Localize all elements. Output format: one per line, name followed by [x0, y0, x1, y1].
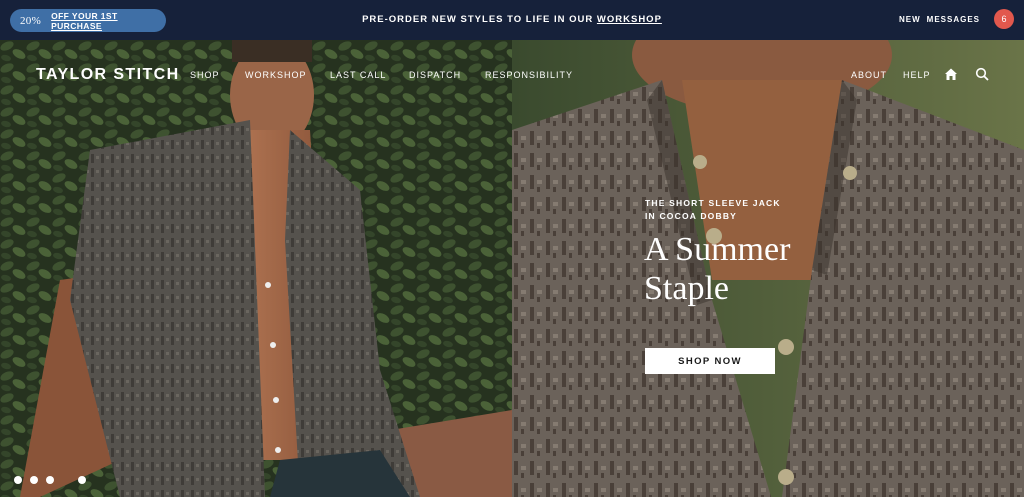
announcement-bar: 20% OFF YOUR 1ST PURCHASE PRE-ORDER NEW …	[0, 0, 1024, 40]
hero-banner	[0, 40, 1024, 497]
nav-about[interactable]: ABOUT	[851, 70, 887, 80]
main-navigation: TAYLOR STITCH SHOP WORKSHOP LAST CALL DI…	[0, 40, 1024, 108]
hero-headline: A Summer Staple	[644, 230, 844, 308]
hero-headline-line-2: Staple	[644, 270, 729, 307]
carousel-dot-2[interactable]	[30, 476, 38, 484]
home-icon[interactable]	[944, 67, 958, 81]
nav-responsibility[interactable]: RESPONSIBILITY	[485, 70, 573, 80]
messages-count-badge[interactable]: 6	[994, 9, 1014, 29]
shop-now-button[interactable]: SHOP NOW	[645, 348, 775, 374]
hero-kicker-line-1: THE SHORT SLEEVE JACK	[645, 198, 781, 208]
brand-logo[interactable]: TAYLOR STITCH	[36, 66, 180, 84]
carousel-dot-4[interactable]	[62, 476, 70, 484]
nav-help[interactable]: HELP	[903, 70, 931, 80]
nav-shop[interactable]: SHOP	[190, 70, 220, 80]
carousel-dot-3[interactable]	[46, 476, 54, 484]
announcement-message: PRE-ORDER NEW STYLES TO LIFE IN OUR	[362, 14, 597, 25]
hero-kicker: THE SHORT SLEEVE JACK IN COCOA DOBBY	[645, 197, 805, 223]
hero-image-left	[0, 40, 512, 497]
workshop-link[interactable]: WORKSHOP	[597, 14, 662, 25]
search-icon[interactable]	[975, 67, 989, 81]
hero-left-illustration	[0, 40, 512, 497]
hero-headline-line-1: A Summer	[644, 231, 791, 268]
hero-kicker-line-2: IN COCOA DOBBY	[645, 211, 738, 221]
announcement-text: PRE-ORDER NEW STYLES TO LIFE IN OUR WORK…	[0, 14, 1024, 25]
carousel-pagination	[14, 476, 86, 484]
messages-label: MESSAGES	[926, 15, 980, 24]
carousel-dot-5[interactable]	[78, 476, 86, 484]
carousel-dot-1[interactable]	[14, 476, 22, 484]
messages-link[interactable]: NEW MESSAGES	[893, 15, 980, 24]
nav-last-call[interactable]: LAST CALL	[330, 70, 386, 80]
nav-dispatch[interactable]: DISPATCH	[409, 70, 461, 80]
messages-new-label: NEW	[898, 15, 921, 24]
nav-workshop[interactable]: WORKSHOP	[245, 70, 307, 80]
